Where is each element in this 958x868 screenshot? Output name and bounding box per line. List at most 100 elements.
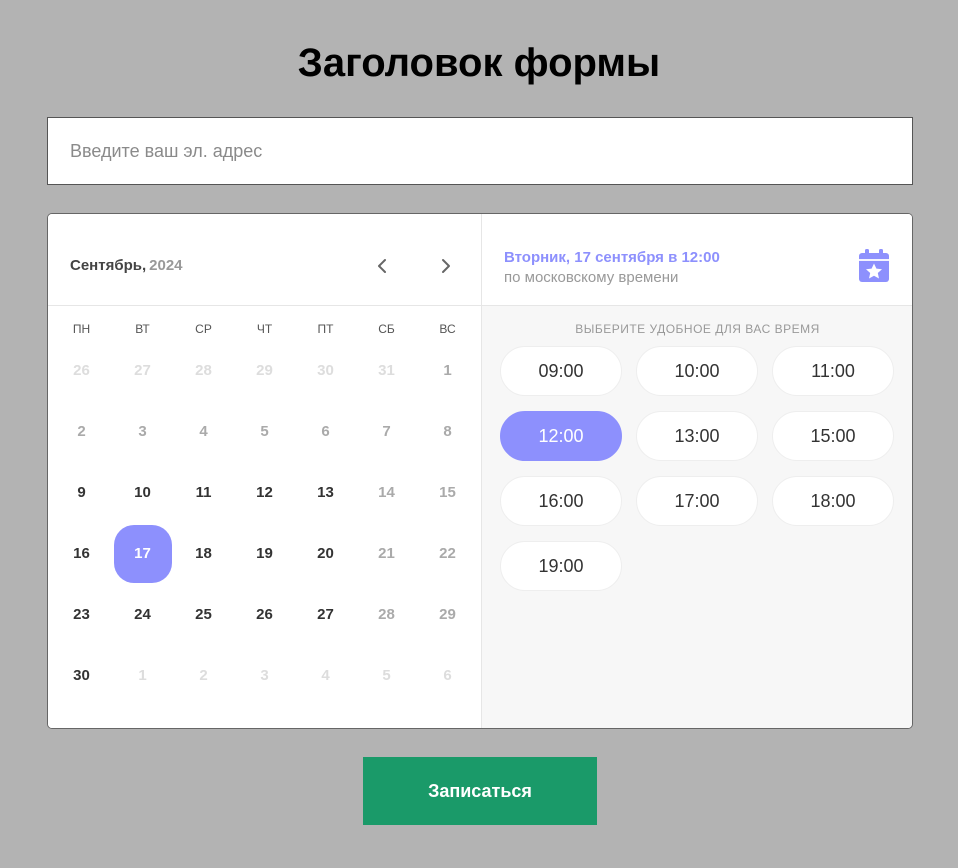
day-cell[interactable]: 21: [356, 523, 417, 584]
day-number: 16: [73, 545, 90, 562]
day-number: 22: [439, 545, 456, 562]
day-cell[interactable]: 6: [295, 401, 356, 462]
day-number: 8: [443, 423, 452, 440]
chevron-left-icon: [378, 259, 386, 273]
day-cell[interactable]: 15: [417, 462, 478, 523]
day-number: 30: [73, 667, 90, 684]
weekday-header: ПН ВТ СР ЧТ ПТ СБ ВС: [51, 322, 478, 336]
day-cell[interactable]: 18: [173, 523, 234, 584]
day-cell[interactable]: 3: [112, 401, 173, 462]
day-number: 26: [256, 606, 273, 623]
day-number: 28: [195, 362, 212, 379]
day-cell[interactable]: 28: [356, 584, 417, 645]
day-number: 3: [260, 667, 269, 684]
timezone-label: по московскому времени: [504, 269, 679, 286]
time-slot[interactable]: 17:00: [636, 476, 758, 526]
day-cell[interactable]: 7: [356, 401, 417, 462]
day-cell[interactable]: 29: [234, 340, 295, 401]
day-number: 28: [378, 606, 395, 623]
day-cell[interactable]: 26: [234, 584, 295, 645]
calendar-header: Сентябрь, 2024: [48, 214, 481, 306]
day-number: 5: [260, 423, 269, 440]
prev-month-button[interactable]: [367, 250, 397, 282]
day-cell[interactable]: 3: [234, 645, 295, 706]
time-slot[interactable]: 13:00: [636, 411, 758, 461]
submit-button[interactable]: Записаться: [363, 757, 597, 825]
day-cell[interactable]: 2: [51, 401, 112, 462]
day-cell[interactable]: 24: [112, 584, 173, 645]
days-grid: 26 27 28 29 30 31 1 2 3 4 5 6 7 8 9 10 11 12 13 14 15 16 17 18 1…: [51, 340, 478, 706]
day-number: 1: [138, 667, 147, 684]
time-slot[interactable]: 11:00: [772, 346, 894, 396]
next-month-button[interactable]: [431, 250, 461, 282]
time-slot[interactable]: 19:00: [500, 541, 622, 591]
day-cell[interactable]: 4: [173, 401, 234, 462]
day-cell[interactable]: 2: [173, 645, 234, 706]
time-slot-selected[interactable]: 12:00: [500, 411, 622, 461]
day-cell[interactable]: 5: [356, 645, 417, 706]
day-number: 27: [317, 606, 334, 623]
day-number: 23: [73, 606, 90, 623]
day-number: 18: [195, 545, 212, 562]
day-number: 4: [199, 423, 208, 440]
day-cell[interactable]: 30: [295, 340, 356, 401]
weekday-label: ВТ: [135, 322, 150, 336]
day-number: 17: [113, 524, 172, 583]
day-cell[interactable]: 1: [112, 645, 173, 706]
day-cell[interactable]: 1: [417, 340, 478, 401]
year-label: 2024: [149, 257, 183, 274]
day-cell[interactable]: 27: [295, 584, 356, 645]
day-number: 20: [317, 545, 334, 562]
day-number: 14: [378, 484, 395, 501]
day-cell[interactable]: 16: [51, 523, 112, 584]
weekday-label: СР: [195, 322, 212, 336]
day-cell[interactable]: 9: [51, 462, 112, 523]
day-number: 12: [256, 484, 273, 501]
day-number: 21: [378, 545, 395, 562]
day-cell[interactable]: 5: [234, 401, 295, 462]
day-number: 29: [256, 362, 273, 379]
day-number: 5: [382, 667, 391, 684]
day-number: 11: [195, 484, 212, 501]
day-cell[interactable]: 6: [417, 645, 478, 706]
day-cell[interactable]: 8: [417, 401, 478, 462]
time-slot[interactable]: 18:00: [772, 476, 894, 526]
month-label: Сентябрь, 2024: [70, 257, 183, 274]
day-number: 27: [134, 362, 151, 379]
day-cell[interactable]: 14: [356, 462, 417, 523]
day-cell[interactable]: 25: [173, 584, 234, 645]
day-cell[interactable]: 19: [234, 523, 295, 584]
day-number: 3: [138, 423, 147, 440]
weekday-label: СБ: [378, 322, 395, 336]
day-cell[interactable]: 12: [234, 462, 295, 523]
day-cell[interactable]: 29: [417, 584, 478, 645]
day-cell[interactable]: 27: [112, 340, 173, 401]
day-cell[interactable]: 28: [173, 340, 234, 401]
email-input[interactable]: [47, 117, 913, 185]
day-number: 2: [77, 423, 86, 440]
day-cell[interactable]: 20: [295, 523, 356, 584]
time-slot[interactable]: 10:00: [636, 346, 758, 396]
day-cell[interactable]: 13: [295, 462, 356, 523]
day-cell[interactable]: 23: [51, 584, 112, 645]
day-cell-selected[interactable]: 17: [112, 523, 173, 584]
time-slot[interactable]: 16:00: [500, 476, 622, 526]
day-cell[interactable]: 10: [112, 462, 173, 523]
day-cell[interactable]: 11: [173, 462, 234, 523]
day-number: 25: [195, 606, 212, 623]
day-cell[interactable]: 31: [356, 340, 417, 401]
day-cell[interactable]: 30: [51, 645, 112, 706]
time-slot[interactable]: 15:00: [772, 411, 894, 461]
day-cell[interactable]: 4: [295, 645, 356, 706]
time-slot[interactable]: 09:00: [500, 346, 622, 396]
day-number: 31: [378, 362, 395, 379]
day-number: 15: [439, 484, 456, 501]
day-number: 6: [321, 423, 330, 440]
weekday-label: ЧТ: [256, 322, 273, 336]
day-cell[interactable]: 22: [417, 523, 478, 584]
day-number: 30: [317, 362, 334, 379]
day-number: 24: [134, 606, 151, 623]
day-cell[interactable]: 26: [51, 340, 112, 401]
month-name: Сентябрь,: [70, 257, 147, 274]
day-number: 9: [77, 484, 86, 501]
